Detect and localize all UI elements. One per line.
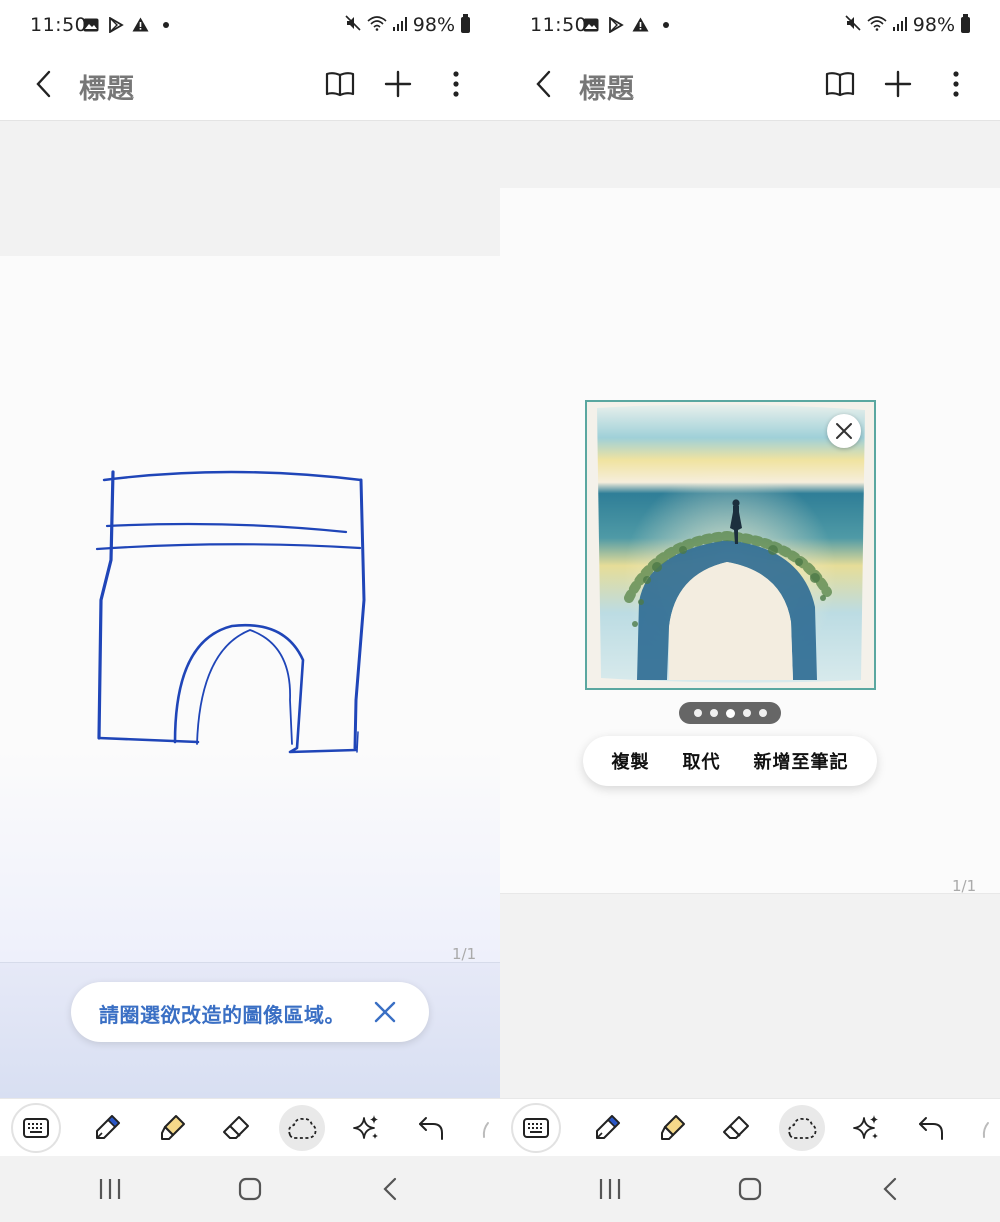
pen-tool[interactable] [584, 1105, 630, 1151]
play-store-icon [607, 16, 624, 33]
undo-icon [919, 1117, 943, 1140]
pen-icon [96, 1114, 121, 1139]
ai-assist-tool[interactable] [343, 1105, 389, 1151]
more-options-button[interactable] [936, 66, 976, 102]
wifi-icon [867, 14, 887, 36]
close-icon [836, 423, 852, 439]
redo-icon [482, 1122, 489, 1138]
gallery-icon [582, 16, 599, 33]
system-nav-bar [500, 1156, 1000, 1222]
signal-icon [892, 14, 907, 36]
highlighter-icon [161, 1115, 185, 1140]
lasso-tool[interactable] [279, 1105, 325, 1151]
close-image-button[interactable] [827, 414, 861, 448]
more-vertical-icon [953, 71, 959, 97]
eraser-tool[interactable] [713, 1105, 759, 1151]
highlighter-tool[interactable] [149, 1105, 195, 1151]
lasso-icon [788, 1117, 817, 1139]
chevron-left-icon [536, 70, 551, 98]
book-icon [825, 72, 855, 97]
home-button[interactable] [230, 1172, 270, 1206]
home-icon [738, 1177, 762, 1201]
page-indicator: 1/1 [452, 945, 477, 963]
undo-button[interactable] [408, 1105, 454, 1151]
ai-assist-tool[interactable] [843, 1105, 889, 1151]
home-icon [238, 1177, 262, 1201]
notification-dot-icon [657, 16, 674, 33]
ai-sparkle-icon [353, 1115, 378, 1139]
battery-percent: 98% [912, 14, 955, 36]
close-hint-button[interactable] [371, 998, 399, 1026]
plus-icon [884, 70, 912, 98]
keyboard-button[interactable] [11, 1103, 61, 1153]
recent-apps-button[interactable] [590, 1172, 630, 1206]
watercolor-arch-image [587, 402, 874, 688]
hint-text: 請圈選欲改造的圖像區域。 [99, 1003, 345, 1027]
highlighter-icon [661, 1115, 685, 1140]
recent-apps-icon [599, 1179, 621, 1199]
carousel-dot-active[interactable] [725, 708, 735, 718]
close-icon [374, 1001, 396, 1023]
add-page-button[interactable] [878, 66, 918, 102]
replace-button[interactable]: 取代 [679, 742, 725, 780]
app-bar: 標題 [500, 54, 1000, 121]
recent-apps-button[interactable] [90, 1172, 130, 1206]
copy-button[interactable]: 複製 [608, 742, 654, 780]
highlighter-tool[interactable] [649, 1105, 695, 1151]
warning-icon [632, 16, 649, 33]
home-button[interactable] [730, 1172, 770, 1206]
status-bar: 11:50 98% [500, 0, 1000, 54]
page-title[interactable]: 標題 [579, 67, 635, 106]
undo-button[interactable] [908, 1105, 954, 1151]
undo-icon [419, 1117, 443, 1140]
carousel-dot[interactable] [709, 709, 718, 717]
recent-apps-icon [99, 1179, 121, 1199]
battery-icon [961, 14, 970, 33]
redo-button[interactable] [470, 1105, 500, 1151]
keyboard-icon [523, 1118, 549, 1138]
image-action-bar: 複製 取代 新增至筆記 [583, 736, 877, 786]
carousel-dot[interactable] [693, 709, 702, 717]
pen-toolbar [0, 1098, 500, 1156]
carousel-dot[interactable] [758, 709, 767, 717]
keyboard-button[interactable] [511, 1103, 561, 1153]
eraser-icon [723, 1116, 749, 1139]
keyboard-icon [23, 1118, 49, 1138]
back-button[interactable] [526, 66, 562, 102]
system-back-button[interactable] [370, 1172, 410, 1206]
system-back-button[interactable] [870, 1172, 910, 1206]
redo-icon [982, 1122, 989, 1138]
pen-toolbar [500, 1098, 1000, 1156]
eraser-icon [223, 1116, 249, 1139]
page-indicator: 1/1 [952, 877, 977, 895]
pen-icon [596, 1114, 621, 1139]
book-view-button[interactable] [820, 66, 860, 102]
chevron-left-icon [883, 1177, 897, 1201]
lasso-icon [288, 1117, 317, 1139]
status-time: 11:50 [530, 14, 588, 36]
mute-icon [845, 14, 861, 36]
image-carousel-indicator[interactable] [679, 702, 781, 724]
pen-tool[interactable] [84, 1105, 130, 1151]
carousel-dot[interactable] [742, 709, 751, 717]
ai-sparkle-icon [853, 1115, 878, 1139]
system-nav-bar [0, 1156, 500, 1222]
chevron-left-icon [383, 1177, 397, 1201]
eraser-tool[interactable] [213, 1105, 259, 1151]
hint-banner: 請圈選欲改造的圖像區域。 [71, 982, 429, 1042]
add-to-note-button[interactable]: 新增至筆記 [750, 742, 853, 780]
left-screen: 11:50 98% 標題 1/1 請圈選欲改造的圖像區域。 [0, 0, 500, 1222]
redo-button[interactable] [970, 1105, 1000, 1151]
lasso-tool[interactable] [779, 1105, 825, 1151]
right-screen: 11:50 98% 標題 複製 取代 新增至筆記 1/1 [500, 0, 1000, 1222]
